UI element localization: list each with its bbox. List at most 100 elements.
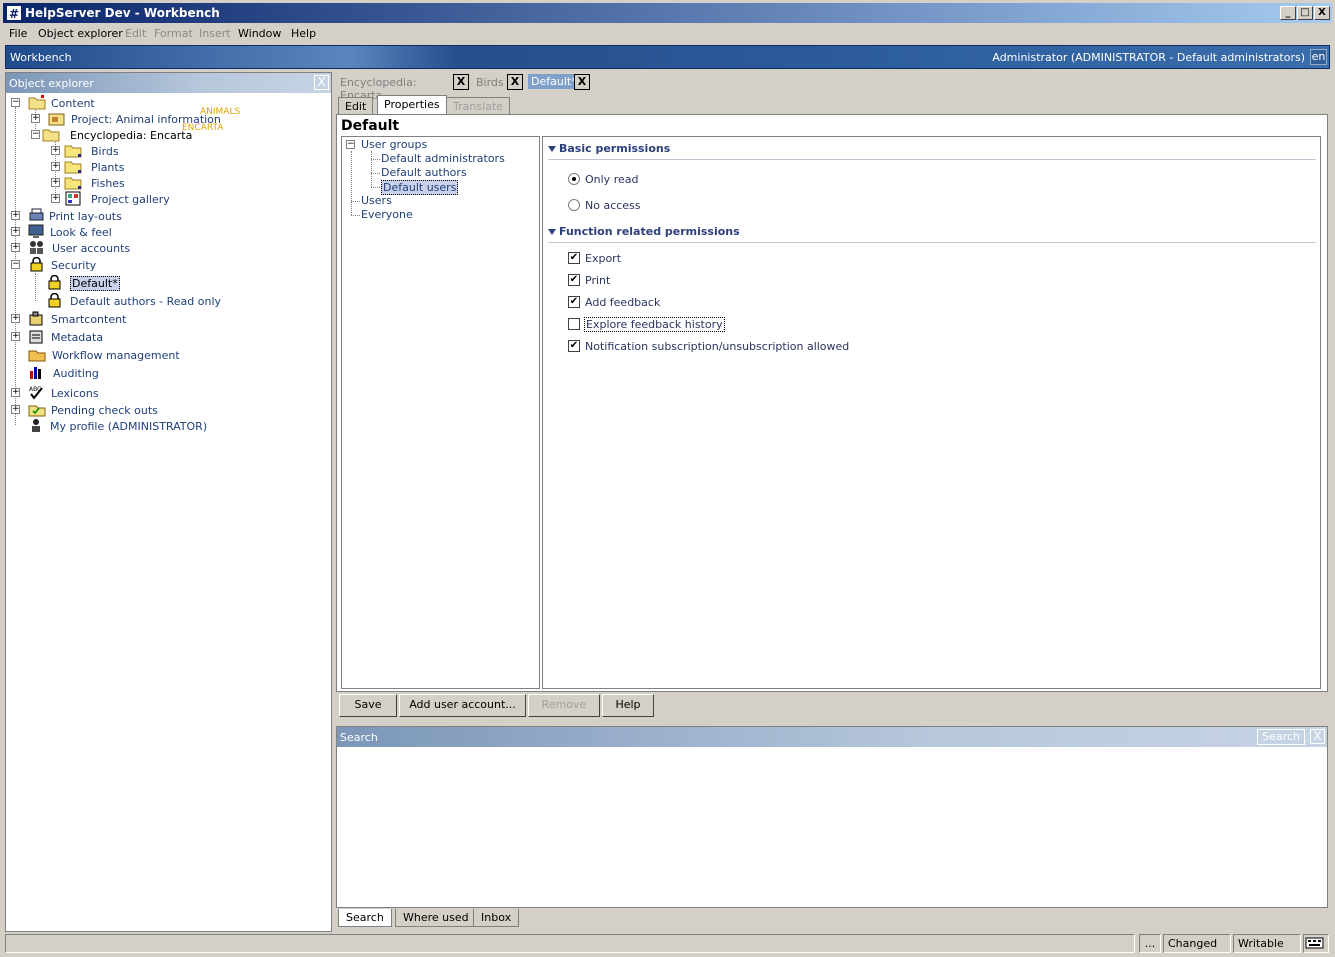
remove-button[interactable]: Remove (528, 694, 600, 717)
tree-label: Default authors - Read only (70, 295, 222, 308)
group-item-everyone[interactable]: Everyone (361, 207, 511, 223)
tree-item-lexicons[interactable]: + ABC Lexicons (10, 385, 210, 401)
keyboard-icon[interactable] (1303, 934, 1329, 953)
tree-item-default[interactable]: Default* (46, 275, 246, 291)
bar-chart-icon (30, 367, 41, 379)
tree-line (371, 159, 380, 160)
app-icon: # (6, 5, 22, 21)
minimize-button[interactable]: _ (1280, 6, 1296, 20)
collapse-icon[interactable]: − (31, 130, 40, 139)
expand-icon[interactable]: + (51, 194, 60, 203)
tree-item-user-accounts[interactable]: + User accounts (10, 240, 210, 256)
tree-item-metadata[interactable]: + Metadata (10, 329, 210, 345)
menu-window[interactable]: Window (238, 27, 281, 40)
close-window-button[interactable]: X (1314, 6, 1330, 20)
collapse-icon[interactable]: − (346, 140, 355, 149)
tab-where-used[interactable]: Where used (395, 909, 477, 927)
close-icon[interactable]: X (314, 75, 329, 90)
tree-item-plants[interactable]: + Plants (50, 159, 250, 175)
tree-item-workflow[interactable]: Workflow management (10, 347, 230, 363)
tree-item-default-authors-ro[interactable]: Default authors - Read only (46, 293, 266, 309)
collapse-icon[interactable]: − (11, 98, 20, 107)
menu-format[interactable]: Format (154, 27, 193, 40)
save-button[interactable]: Save (339, 694, 397, 717)
function-permissions-header[interactable]: Function related permissions (548, 225, 740, 238)
checkbox-add-feedback[interactable]: ✔ (568, 296, 580, 308)
page-title: Default (341, 118, 400, 134)
tree-item-encyclopedia[interactable]: − Encyclopedia: Encarta ENCARTA (30, 123, 320, 143)
radio-label: No access (585, 199, 641, 212)
help-button[interactable]: Help (602, 694, 654, 717)
checkbox-export[interactable]: ✔ (568, 252, 580, 264)
tree-item-project-gallery[interactable]: + Project gallery (50, 191, 270, 207)
tree-item-fishes[interactable]: + Fishes (50, 175, 250, 191)
tree-line (371, 187, 380, 188)
radio-no-access[interactable] (568, 199, 580, 211)
tree-label: My profile (ADMINISTRATOR) (50, 420, 208, 433)
close-icon[interactable]: X (1310, 729, 1325, 744)
folder-icon (64, 177, 82, 190)
window-titlebar[interactable]: # HelpServer Dev - Workbench _ □ X (3, 3, 1332, 23)
expand-icon[interactable]: + (31, 114, 40, 123)
tab-edit[interactable]: Edit (338, 97, 374, 114)
tree-label: Lexicons (51, 387, 99, 400)
radio-only-read[interactable] (568, 173, 580, 185)
expand-icon[interactable]: + (11, 405, 20, 414)
expand-icon[interactable]: + (11, 227, 20, 236)
tree-label: Plants (91, 161, 125, 174)
tree-item-look-feel[interactable]: + Look & feel (10, 224, 210, 240)
close-tab-icon[interactable]: X (453, 74, 469, 90)
checkbox-print[interactable]: ✔ (568, 274, 580, 286)
checkbox-explore-feedback[interactable] (568, 318, 580, 330)
tab-properties[interactable]: Properties (377, 95, 447, 115)
tree-item-content[interactable]: − Content (10, 95, 310, 111)
tree-item-my-profile[interactable]: My profile (ADMINISTRATOR) (10, 418, 260, 434)
menu-file[interactable]: File (9, 27, 27, 40)
user-group-tree: − User groups Default administrators Def… (341, 136, 540, 689)
tree-label: Birds (91, 145, 119, 158)
tree-item-birds[interactable]: + Birds (50, 143, 250, 159)
basic-permissions-header[interactable]: Basic permissions (548, 142, 670, 155)
menu-insert[interactable]: Insert (199, 27, 231, 40)
tree-item-smartcontent[interactable]: + Smartcontent (10, 311, 210, 327)
smartcontent-icon (29, 311, 43, 326)
maximize-button[interactable]: □ (1297, 6, 1313, 20)
menu-edit[interactable]: Edit (125, 27, 146, 40)
close-tab-icon[interactable]: X (507, 74, 523, 90)
tab-inbox[interactable]: Inbox (473, 909, 520, 927)
tree-item-security[interactable]: − Security (10, 257, 210, 273)
status-changed: Changed (1163, 934, 1231, 953)
menu-help[interactable]: Help (291, 27, 316, 40)
tree-item-auditing[interactable]: Auditing (10, 365, 210, 381)
users-icon (30, 241, 43, 254)
collapse-icon[interactable]: − (11, 260, 20, 269)
tree-label: Print lay-outs (49, 210, 122, 223)
expand-icon[interactable]: + (11, 388, 20, 397)
status-message (5, 934, 1135, 953)
tree-line (35, 273, 36, 301)
checkbox-notification[interactable]: ✔ (568, 340, 580, 352)
tree-line (371, 173, 380, 174)
expand-icon[interactable]: + (11, 332, 20, 341)
tree-item-print-layouts[interactable]: + Print lay-outs (10, 208, 210, 224)
tab-translate[interactable]: Translate (446, 97, 510, 114)
add-user-account-button[interactable]: Add user account... (399, 694, 526, 717)
tab-search[interactable]: Search (338, 909, 392, 927)
tree-item-pending[interactable]: + Pending check outs (10, 402, 230, 418)
expand-icon[interactable]: + (51, 178, 60, 187)
checkbox-label: Print (585, 274, 611, 287)
group-label: Default administrators (381, 152, 505, 165)
expand-icon[interactable]: + (11, 211, 20, 220)
status-ellipsis-button[interactable]: ... (1139, 934, 1161, 953)
search-button[interactable]: Search (1257, 729, 1305, 745)
expand-icon[interactable]: + (11, 243, 20, 252)
menu-object-explorer[interactable]: Object explorer (38, 27, 123, 40)
expand-icon[interactable]: + (11, 314, 20, 323)
language-button[interactable]: en (1310, 49, 1327, 65)
search-panel-header: Search Search X (337, 727, 1327, 747)
close-tab-icon[interactable]: X (574, 74, 590, 90)
expand-icon[interactable]: + (51, 146, 60, 155)
collapse-triangle-icon (548, 229, 556, 235)
expand-icon[interactable]: + (51, 162, 60, 171)
tree-item-project-animal[interactable]: + Project: Animal information ANIMALS (30, 107, 320, 127)
